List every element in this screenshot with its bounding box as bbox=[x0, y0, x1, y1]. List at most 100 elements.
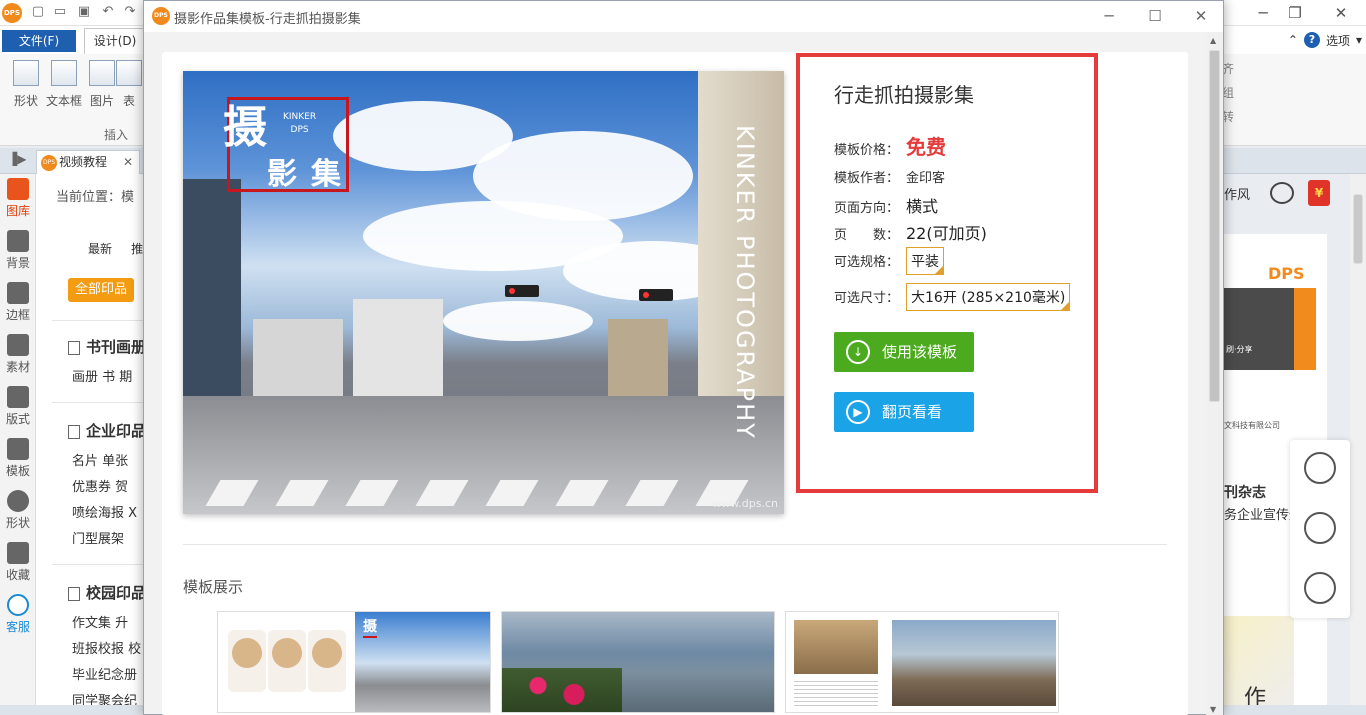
rail-shape[interactable]: 形状 bbox=[0, 486, 36, 538]
chat-icon[interactable] bbox=[1270, 182, 1294, 204]
rail-favorites[interactable]: 收藏 bbox=[0, 538, 36, 590]
cover-photo[interactable]: 摄 影集 KINKER DPS KINKER PHOTOGRAPHY www.d… bbox=[183, 71, 784, 514]
scroll-down-icon[interactable]: ▼ bbox=[1210, 705, 1216, 714]
dialog-close-icon[interactable]: ✕ bbox=[1188, 5, 1214, 27]
section-row[interactable]: 喷绘海报 X bbox=[72, 502, 137, 521]
thumb-seal: 摄 bbox=[363, 616, 377, 638]
rail-material[interactable]: 素材 bbox=[0, 330, 36, 382]
section-campus[interactable]: 校园印品 bbox=[68, 582, 146, 603]
ribbon-right-controls: ⌃ ? 选项 ▾ bbox=[1288, 30, 1362, 50]
service-icon bbox=[7, 594, 29, 616]
panel-toggle-icon[interactable]: ▐▶ bbox=[8, 152, 26, 166]
dialog-minimize-icon[interactable]: ─ bbox=[1096, 5, 1122, 27]
section-row[interactable]: 作文集 升 bbox=[72, 612, 128, 631]
redo-icon[interactable]: ↷ bbox=[122, 4, 138, 20]
rail-label: 版式 bbox=[5, 412, 30, 426]
doc-tab-tutorial[interactable]: DPS 视频教程 ✕ bbox=[36, 150, 140, 174]
table-icon bbox=[116, 60, 142, 86]
canvas-scrollbar[interactable] bbox=[1350, 174, 1366, 715]
use-template-button[interactable]: ↓ 使用该模板 bbox=[834, 332, 974, 372]
spec-option[interactable]: 平装 bbox=[906, 247, 944, 275]
seaside-photo bbox=[892, 620, 1056, 706]
rail-gallery[interactable]: 图库 bbox=[0, 174, 36, 226]
size-label: 可选尺寸： bbox=[834, 291, 900, 306]
building bbox=[253, 319, 343, 399]
showcase-thumb-1[interactable]: 摄 bbox=[217, 611, 491, 713]
size-option[interactable]: 大16开 (285×210毫米) bbox=[906, 283, 1071, 311]
design-tab[interactable]: 设计(D) bbox=[84, 28, 146, 54]
rail-label: 收藏 bbox=[5, 568, 30, 582]
divider bbox=[52, 564, 144, 565]
section-books[interactable]: 书刊画册 bbox=[68, 336, 146, 357]
book-icon bbox=[68, 340, 80, 355]
dialog-scrollbar[interactable]: ▲ ▼ bbox=[1206, 32, 1223, 715]
right-toolbar: 作风 ¥ bbox=[1224, 174, 1366, 232]
rail-border[interactable]: 边框 bbox=[0, 278, 36, 330]
style-label[interactable]: 作风 bbox=[1224, 184, 1250, 203]
pages-label: 页 数： bbox=[834, 228, 900, 243]
divider bbox=[52, 320, 144, 321]
tab-recommended[interactable]: 推 bbox=[131, 242, 143, 256]
app-close-icon[interactable]: ✕ bbox=[1326, 2, 1356, 24]
save-icon[interactable]: ▣ bbox=[76, 4, 92, 20]
new-file-icon[interactable]: ▢ bbox=[30, 4, 46, 20]
template-icon bbox=[7, 438, 29, 460]
orientation-label: 页面方向： bbox=[834, 201, 900, 216]
section-row[interactable]: 名片 单张 bbox=[72, 450, 128, 469]
traffic-light bbox=[505, 285, 539, 297]
all-prints-button[interactable]: 全部印品 bbox=[68, 278, 134, 302]
rail-layout[interactable]: 版式 bbox=[0, 382, 36, 434]
collapse-ribbon-icon[interactable]: ⌃ bbox=[1288, 33, 1298, 47]
qq-icon[interactable] bbox=[1304, 452, 1336, 484]
dialog-title: 摄影作品集模板-行走抓拍摄影集 bbox=[174, 12, 361, 27]
close-tab-icon[interactable]: ✕ bbox=[123, 151, 133, 173]
scroll-thumb[interactable] bbox=[1209, 50, 1220, 402]
dialog-maximize-icon[interactable]: ☐ bbox=[1142, 5, 1168, 27]
app-restore-icon[interactable]: ❐ bbox=[1280, 2, 1310, 24]
cover-brand: KINKER DPS bbox=[283, 111, 316, 137]
undo-icon[interactable]: ↶ bbox=[100, 4, 116, 20]
app-minimize-icon[interactable]: ─ bbox=[1248, 2, 1278, 24]
section-row[interactable]: 优惠券 贺 bbox=[72, 476, 128, 495]
scroll-thumb[interactable] bbox=[1353, 194, 1363, 264]
textbox-button-label: 文本框 bbox=[45, 94, 82, 108]
divider bbox=[52, 402, 144, 403]
open-folder-icon[interactable]: ▭ bbox=[52, 4, 68, 20]
options-menu[interactable]: 选项 bbox=[1326, 32, 1350, 49]
campus-icon bbox=[68, 586, 80, 601]
section-row[interactable]: 班报校报 校 bbox=[72, 638, 141, 657]
section-row[interactable]: 毕业纪念册 bbox=[72, 664, 137, 683]
showcase-thumb-3[interactable] bbox=[785, 611, 1059, 713]
material-icon bbox=[7, 334, 29, 356]
table-button[interactable]: 表 bbox=[114, 60, 144, 109]
rail-label: 图库 bbox=[5, 204, 30, 218]
insert-group-label: 插入 bbox=[104, 128, 129, 142]
section-title: 校园印品 bbox=[86, 584, 147, 602]
rail-service[interactable]: 客服 bbox=[0, 590, 36, 642]
headset-icon[interactable] bbox=[1304, 572, 1336, 604]
file-tab[interactable]: 文件(F) bbox=[2, 30, 76, 52]
tab-latest[interactable]: 最新 bbox=[88, 242, 112, 256]
canvas-dps-logo: DPS bbox=[1268, 264, 1305, 283]
chevron-down-icon[interactable]: ▾ bbox=[1356, 33, 1362, 47]
download-arrow-icon: ↓ bbox=[846, 340, 870, 364]
section-enterprise[interactable]: 企业印品 bbox=[68, 420, 146, 441]
section-row[interactable]: 画册 书 期 bbox=[72, 366, 132, 385]
rail-template[interactable]: 模板 bbox=[0, 434, 36, 486]
building bbox=[353, 299, 443, 399]
doc-tab-label: 视频教程 bbox=[59, 155, 108, 169]
section-row[interactable]: 门型展架 bbox=[72, 528, 124, 547]
wechat-icon[interactable] bbox=[1304, 512, 1336, 544]
pages-value: 22(可加页) bbox=[906, 224, 987, 243]
road bbox=[183, 396, 784, 514]
flip-preview-button[interactable]: ▶ 翻页看看 bbox=[834, 392, 974, 432]
red-envelope-icon[interactable]: ¥ bbox=[1308, 180, 1330, 206]
help-icon[interactable]: ? bbox=[1303, 32, 1320, 48]
section-title: 企业印品 bbox=[86, 422, 147, 440]
orientation-row: 页面方向： 横式 bbox=[834, 193, 938, 217]
canvas-company-text: 文科技有限公司 bbox=[1224, 421, 1280, 430]
scroll-up-icon[interactable]: ▲ bbox=[1210, 36, 1216, 45]
showcase-thumb-2[interactable] bbox=[501, 611, 775, 713]
rail-background[interactable]: 背景 bbox=[0, 226, 36, 278]
shape-button-label: 形状 bbox=[13, 94, 38, 108]
